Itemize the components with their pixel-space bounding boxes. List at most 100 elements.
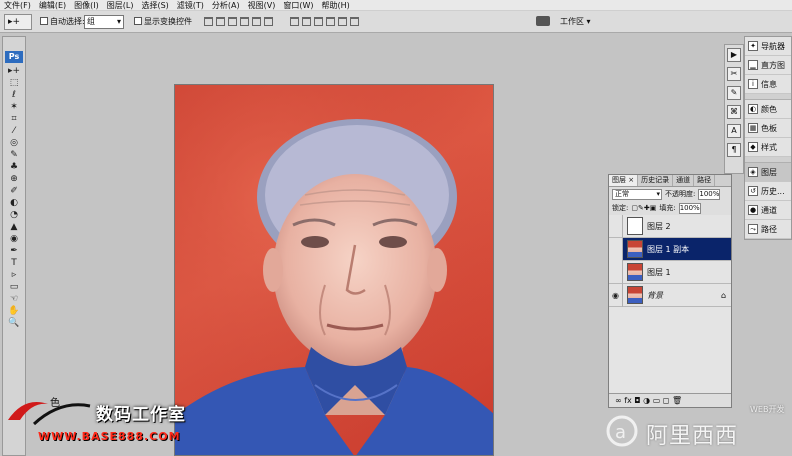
dodge-tool-icon[interactable]: ▲ <box>5 222 23 233</box>
sponge-tool-icon[interactable]: ◉ <box>5 234 23 245</box>
path-selection-tool-icon[interactable]: ▹ <box>5 270 23 281</box>
layer-row[interactable]: ◉ 背景 ⌂ <box>609 283 731 307</box>
marquee-tool-icon[interactable]: ⬚ <box>5 78 23 89</box>
tab-paths[interactable]: 路径 <box>694 175 716 186</box>
history-icon: ↺ <box>748 186 758 196</box>
paragraph-icon[interactable]: ¶ <box>727 143 741 157</box>
menu-layer[interactable]: 图层(L) <box>107 0 134 11</box>
lock-icons[interactable]: ▢✎✚▣ <box>631 204 656 212</box>
move-tool-icon[interactable]: ▸+ <box>5 66 23 77</box>
history-brush-tool-icon[interactable]: ⊕ <box>5 174 23 185</box>
align-right-icon[interactable] <box>264 17 273 26</box>
menu-window[interactable]: 窗口(W) <box>283 0 313 11</box>
hand-tool-icon[interactable]: ✋ <box>5 306 23 317</box>
distribute-vcenter-icon[interactable] <box>302 17 311 26</box>
auto-select-dropdown[interactable]: 组 <box>84 15 124 29</box>
blend-mode-select[interactable]: 正常 <box>612 188 662 200</box>
align-top-icon[interactable] <box>204 17 213 26</box>
portrait-photo <box>175 85 493 455</box>
menu-select[interactable]: 选择(S) <box>141 0 168 11</box>
show-transform-label: 显示变换控件 <box>144 17 192 26</box>
layer-row[interactable]: 图层 1 <box>609 260 731 284</box>
shape-tool-icon[interactable]: ▭ <box>5 282 23 293</box>
menu-help[interactable]: 帮助(H) <box>322 0 350 11</box>
tool-presets-icon[interactable]: ✂ <box>727 67 741 81</box>
magic-wand-tool-icon[interactable]: ✶ <box>5 102 23 113</box>
panel-paths[interactable]: ⤳ 路径 <box>745 220 791 239</box>
pen-tool-icon[interactable]: ✒ <box>5 246 23 257</box>
panel-history[interactable]: ↺ 历史... <box>745 182 791 201</box>
align-left-icon[interactable] <box>240 17 249 26</box>
histogram-icon: ▁ <box>748 60 758 70</box>
layer-thumbnail <box>627 240 643 258</box>
tab-layers[interactable]: 图层 × <box>609 175 639 186</box>
layer-name: 背景 <box>647 290 663 300</box>
type-tool-icon[interactable]: T <box>5 258 23 269</box>
tool-preset-picker[interactable]: ▸+ <box>4 14 32 30</box>
distribute-bottom-icon[interactable] <box>314 17 323 26</box>
channels-icon: ● <box>748 205 758 215</box>
brush-tool-icon[interactable]: ✎ <box>5 150 23 161</box>
menu-analysis[interactable]: 分析(A) <box>212 0 240 11</box>
visibility-toggle[interactable] <box>609 214 623 238</box>
play-action-icon[interactable]: ▶ <box>727 48 741 62</box>
brushes-icon[interactable]: ✎ <box>727 86 741 100</box>
auto-select-label: 自动选择: <box>50 17 85 26</box>
blur-tool-icon[interactable]: ◔ <box>5 210 23 221</box>
color-icon: ◐ <box>748 104 758 114</box>
fill-label: 填充: <box>659 204 676 212</box>
menu-filter[interactable]: 滤镜(T) <box>177 0 204 11</box>
eraser-tool-icon[interactable]: ✐ <box>5 186 23 197</box>
distribute-left-icon[interactable] <box>326 17 335 26</box>
watermark-web: WEB开发 <box>750 405 785 414</box>
gradient-tool-icon[interactable]: ◐ <box>5 198 23 209</box>
panel-channels[interactable]: ● 通道 <box>745 201 791 220</box>
menu-file[interactable]: 文件(F) <box>4 0 31 11</box>
crop-tool-icon[interactable]: ⌗ <box>5 114 23 125</box>
panel-styles[interactable]: ◆ 样式 <box>745 138 791 157</box>
menu-image[interactable]: 图像(I) <box>74 0 99 11</box>
watermark-a-logo-icon: a <box>606 415 638 447</box>
workspace-menu[interactable]: 工作区 ▾ <box>560 16 591 27</box>
clone-source-icon[interactable]: ⌘ <box>727 105 741 119</box>
opacity-input[interactable]: 100% <box>698 188 721 200</box>
auto-select-checkbox[interactable] <box>40 17 48 25</box>
visibility-toggle[interactable] <box>609 237 623 261</box>
eye-icon[interactable]: ◉ <box>609 283 623 307</box>
healing-brush-tool-icon[interactable]: ◎ <box>5 138 23 149</box>
panel-swatches[interactable]: ▦ 色板 <box>745 119 791 138</box>
panel-navigator[interactable]: ✦ 导航器 <box>745 37 791 56</box>
layer-row[interactable]: 图层 2 <box>609 214 731 238</box>
layer-row-selected[interactable]: 图层 1 副本 <box>609 237 731 261</box>
menu-edit[interactable]: 编辑(E) <box>39 0 66 11</box>
options-bar: ▸+ 自动选择: 组 显示变换控件 工作区 ▾ <box>0 11 792 33</box>
distribute-right-icon[interactable] <box>350 17 359 26</box>
fill-input[interactable]: 100% <box>678 202 701 214</box>
clone-stamp-tool-icon[interactable]: ♣ <box>5 162 23 173</box>
panel-histogram[interactable]: ▁ 直方图 <box>745 56 791 75</box>
slice-tool-icon[interactable]: ⁄ <box>5 126 23 137</box>
tab-history[interactable]: 历史记录 <box>638 175 674 186</box>
layer-name: 图层 1 副本 <box>647 244 690 254</box>
panel-layers[interactable]: ◈ 图层 <box>745 163 791 182</box>
paths-icon: ⤳ <box>748 224 758 234</box>
menu-view[interactable]: 视图(V) <box>248 0 276 11</box>
notes-tool-icon[interactable]: ☜ <box>5 294 23 305</box>
document-canvas[interactable] <box>174 84 494 456</box>
align-vcenter-icon[interactable] <box>216 17 225 26</box>
character-icon[interactable]: A <box>727 124 741 138</box>
layers-bottom-bar[interactable]: ∞ fx ◘ ◑ ▭ ◻ 🗑 <box>609 393 731 407</box>
align-hcenter-icon[interactable] <box>252 17 261 26</box>
zoom-tool-icon[interactable]: 🔍 <box>5 318 23 329</box>
panel-color[interactable]: ◐ 颜色 <box>745 100 791 119</box>
panel-info[interactable]: i 信息 <box>745 75 791 94</box>
show-transform-checkbox[interactable] <box>134 17 142 25</box>
workspace-icon[interactable] <box>536 16 550 26</box>
align-bottom-icon[interactable] <box>228 17 237 26</box>
distribute-top-icon[interactable] <box>290 17 299 26</box>
tab-channels[interactable]: 通道 <box>673 175 695 186</box>
lasso-tool-icon[interactable]: ℓ <box>5 90 23 101</box>
visibility-toggle[interactable] <box>609 260 623 284</box>
distribute-hcenter-icon[interactable] <box>338 17 347 26</box>
styles-icon: ◆ <box>748 142 758 152</box>
